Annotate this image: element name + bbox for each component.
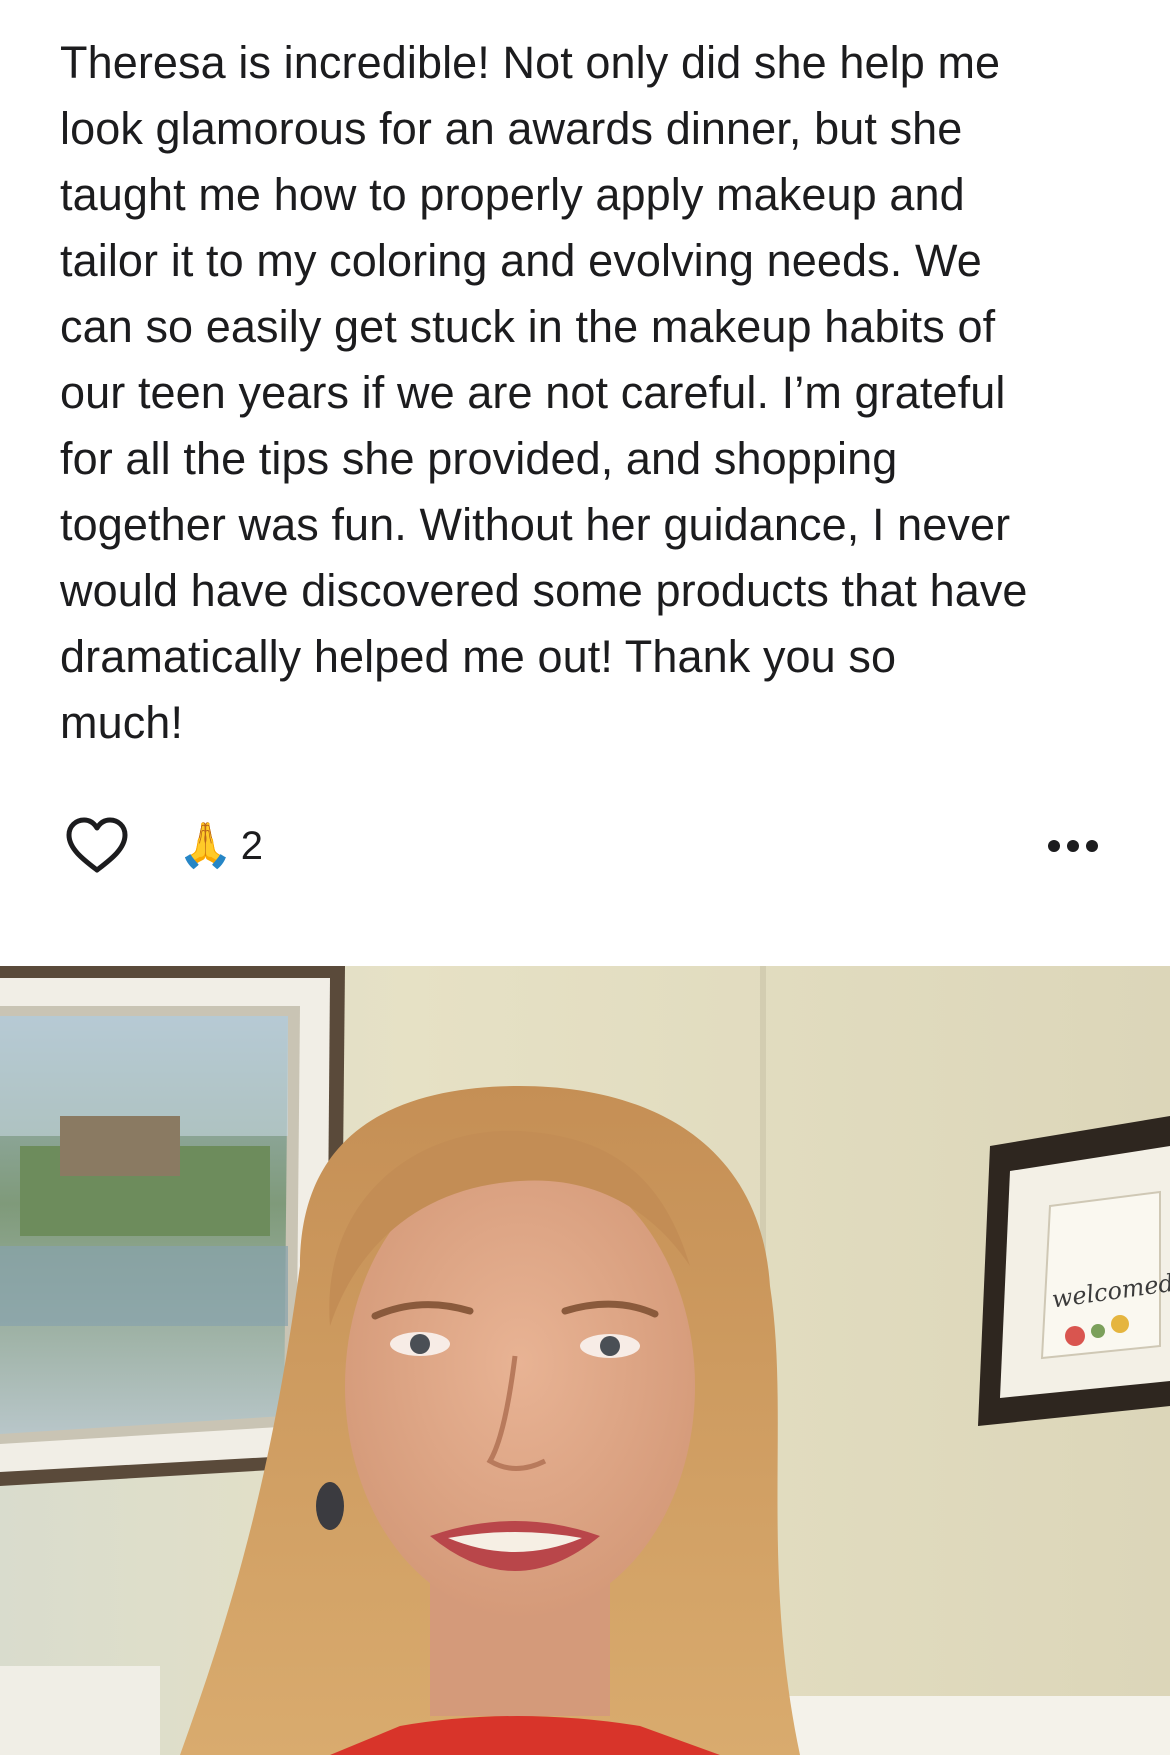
review-line: would have discovered some products that… <box>60 565 1028 616</box>
post-actions-bar: 🙏 2 <box>0 810 1170 880</box>
framed-art-right: welcomed <box>978 1116 1170 1426</box>
heart-icon[interactable] <box>64 816 130 876</box>
review-text: Theresa is incredible! Not only did she … <box>60 30 1120 756</box>
review-line: Theresa is incredible! Not only did she … <box>60 37 1001 88</box>
review-line: much! <box>60 697 184 748</box>
review-line: our teen years if we are not careful. I’… <box>60 367 1006 418</box>
review-line: taught me how to properly apply makeup a… <box>60 169 965 220</box>
review-line: together was fun. Without her guidance, … <box>60 499 1011 550</box>
review-line: dramatically helped me out! Thank you so <box>60 631 897 682</box>
ellipsis-icon[interactable] <box>1046 834 1100 858</box>
review-line: for all the tips she provided, and shopp… <box>60 433 898 484</box>
review-line: look glamorous for an awards dinner, but… <box>60 103 963 154</box>
review-line: can so easily get stuck in the makeup ha… <box>60 301 996 352</box>
praying-hands-icon: 🙏 <box>178 821 233 870</box>
reaction-count: 2 <box>240 823 264 868</box>
reaction-button[interactable]: 🙏 2 <box>178 816 263 876</box>
review-line: tailor it to my coloring and evolving ne… <box>60 235 982 286</box>
post-photo[interactable]: welcomed <box>0 966 1170 1755</box>
